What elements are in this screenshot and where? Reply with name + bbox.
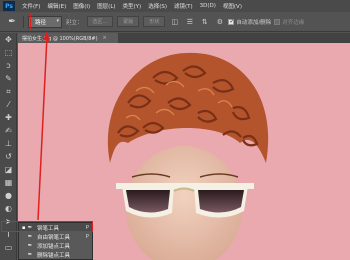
- annotation-arrow: [37, 31, 50, 221]
